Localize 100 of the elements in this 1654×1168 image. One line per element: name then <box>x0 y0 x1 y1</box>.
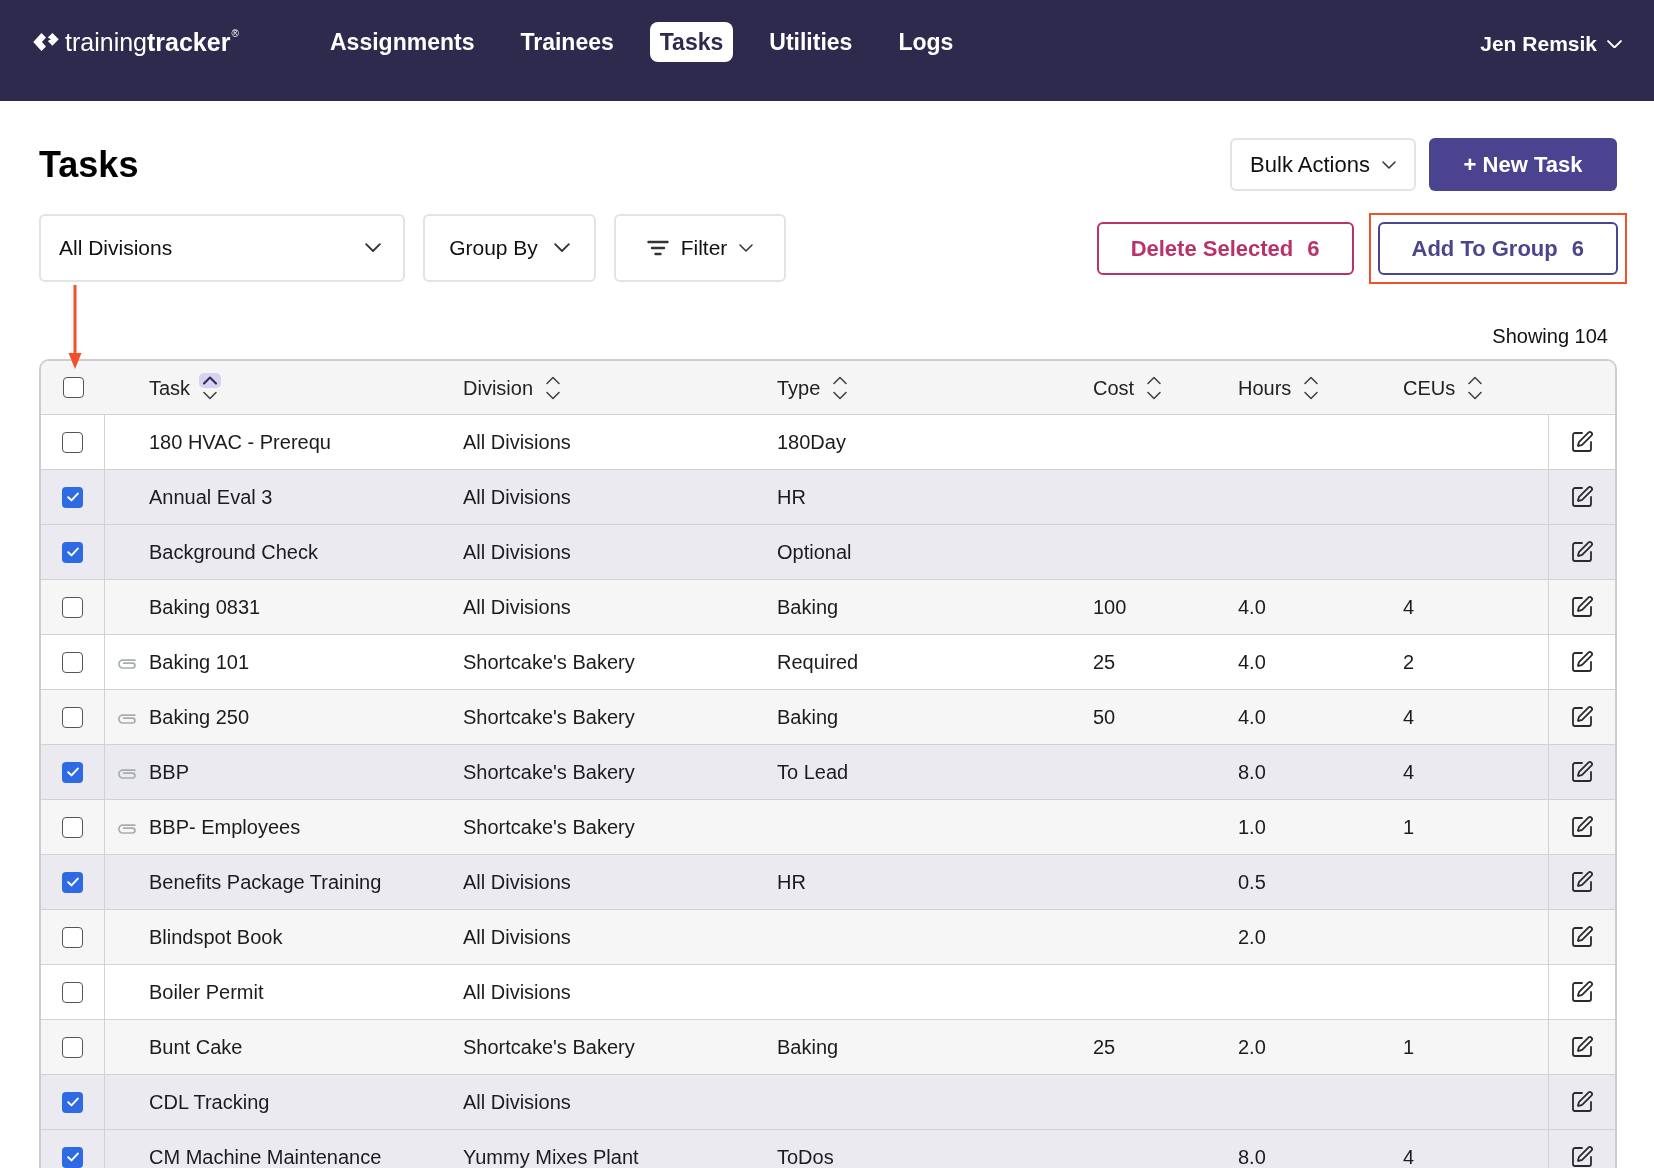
bulk-actions-dropdown[interactable]: Bulk Actions <box>1230 138 1416 191</box>
edit-icon <box>1570 430 1594 454</box>
table-cell-text: All Divisions <box>463 595 571 620</box>
edit-icon <box>1570 595 1594 619</box>
table-cell-text: Shortcake's Bakery <box>463 705 635 730</box>
table-cell-text: All Divisions <box>463 485 571 510</box>
checkbox[interactable] <box>62 1091 83 1113</box>
user-menu[interactable]: Jen Remsik <box>1480 28 1622 60</box>
table-cell-text: To Lead <box>777 760 849 785</box>
edit-icon <box>1570 925 1594 949</box>
table-cell-text: CDL Tracking <box>149 1090 270 1115</box>
table-cell-text: BBP- Employees <box>149 815 301 840</box>
checkbox[interactable] <box>62 706 83 728</box>
checkmark-icon <box>66 1152 79 1162</box>
checkbox[interactable] <box>62 1146 83 1168</box>
checkbox[interactable] <box>62 486 83 508</box>
table-cell-text: 1.0 <box>1238 815 1266 840</box>
edit-icon <box>1570 870 1594 894</box>
table-cell-text: Shortcake's Bakery <box>463 760 635 785</box>
filter-dropdown[interactable]: Filter <box>614 214 786 282</box>
table-cell-text: 2 <box>1403 650 1415 675</box>
table-cell-text: Yummy Mixes Plant <box>463 1145 639 1168</box>
table-cell-text: All Divisions <box>463 540 571 565</box>
page-title: Tasks <box>39 142 139 187</box>
table-cell-text: Shortcake's Bakery <box>463 815 635 840</box>
table-cell-text: 4 <box>1403 1145 1415 1168</box>
table-cell-text: Required <box>777 650 859 675</box>
checkbox[interactable] <box>62 1036 83 1058</box>
nav-tab[interactable]: Assignments <box>320 22 485 62</box>
checkbox[interactable] <box>62 377 84 398</box>
table-cell-text: 4.0 <box>1238 595 1266 620</box>
checkbox[interactable] <box>62 431 83 453</box>
table-cell-text: BBP <box>149 760 190 785</box>
checkbox[interactable] <box>62 596 83 618</box>
table-cell-text: 4 <box>1403 760 1415 785</box>
table-cell-text: 8.0 <box>1238 760 1266 785</box>
table-cell-text: Baking <box>777 705 839 730</box>
delete-selected-button[interactable]: Delete Selected 6 <box>1096 221 1354 275</box>
table-cell-text: Baking <box>777 595 839 620</box>
nav-tab[interactable]: Logs <box>888 22 964 62</box>
table-cell-text: Shortcake's Bakery <box>463 1035 635 1060</box>
table-cell-text: 1 <box>1403 1035 1415 1060</box>
table-cell-text: Benefits Package Training <box>149 870 382 895</box>
add-to-group-button[interactable]: Add To Group 6 <box>1377 221 1618 275</box>
table-cell-text: All Divisions <box>463 430 571 455</box>
table-cell-text: Baking 250 <box>149 705 250 730</box>
table-cell-text: HR <box>777 485 806 510</box>
table-cell-text: 1 <box>1403 815 1415 840</box>
edit-icon <box>1570 485 1594 509</box>
edit-icon <box>1570 760 1594 784</box>
group-by-dropdown[interactable]: Group By <box>423 214 596 282</box>
column-header[interactable]: Task <box>149 372 222 403</box>
table-cell-text: 25 <box>1093 650 1116 675</box>
column-header[interactable]: Division <box>463 372 565 403</box>
edit-icon <box>1570 1145 1594 1168</box>
edit-icon <box>1570 980 1594 1004</box>
table-cell-text: 0.5 <box>1238 870 1266 895</box>
checkbox[interactable] <box>62 651 83 673</box>
checkbox[interactable] <box>62 926 83 948</box>
checkbox[interactable] <box>62 541 83 563</box>
table-cell-text: All Divisions <box>463 870 571 895</box>
table-cell-text: 180Day <box>777 430 846 455</box>
table-cell-text: ToDos <box>777 1145 834 1168</box>
column-header[interactable]: Type <box>777 372 852 403</box>
table-cell-text: 50 <box>1093 705 1116 730</box>
checkmark-icon <box>66 492 79 502</box>
table-cell-text: All Divisions <box>463 925 571 950</box>
table-cell-text: CM Machine Maintenance <box>149 1145 382 1168</box>
column-header[interactable]: Cost <box>1093 372 1166 403</box>
table-cell-text: Shortcake's Bakery <box>463 650 635 675</box>
table-cell-text: Bunt Cake <box>149 1035 243 1060</box>
checkmark-icon <box>66 767 79 777</box>
table-cell-text: 4.0 <box>1238 650 1266 675</box>
new-task-button[interactable]: + New Task <box>1429 138 1617 191</box>
edit-icon <box>1570 705 1594 729</box>
result-count: Showing 104 <box>1492 324 1608 348</box>
table-cell-text: Annual Eval 3 <box>149 485 273 510</box>
table-cell-text: Baking 101 <box>149 650 250 675</box>
table-cell-text: 2.0 <box>1238 1035 1266 1060</box>
checkbox[interactable] <box>62 761 83 783</box>
column-header[interactable]: Hours <box>1238 372 1323 403</box>
checkmark-icon <box>66 1097 79 1107</box>
nav-tab[interactable]: Utilities <box>759 22 863 62</box>
table-cell-text: 100 <box>1093 595 1127 620</box>
division-select[interactable]: All Divisions <box>39 214 405 282</box>
checkbox[interactable] <box>62 816 83 838</box>
checkbox[interactable] <box>62 871 83 893</box>
nav-tab[interactable]: Tasks <box>649 22 734 62</box>
checkmark-icon <box>66 877 79 887</box>
nav-tab[interactable]: Trainees <box>510 22 624 62</box>
table-cell-text: 4 <box>1403 595 1415 620</box>
table-cell-text: 2.0 <box>1238 925 1266 950</box>
chevron-down-icon <box>553 243 570 253</box>
table-cell-text: 4 <box>1403 705 1415 730</box>
edit-icon <box>1570 650 1594 674</box>
column-header[interactable]: CEUs <box>1403 372 1487 403</box>
checkbox[interactable] <box>62 981 83 1003</box>
logo-icon <box>32 32 60 52</box>
chevron-down-icon <box>1607 39 1622 49</box>
edit-icon <box>1570 815 1594 839</box>
